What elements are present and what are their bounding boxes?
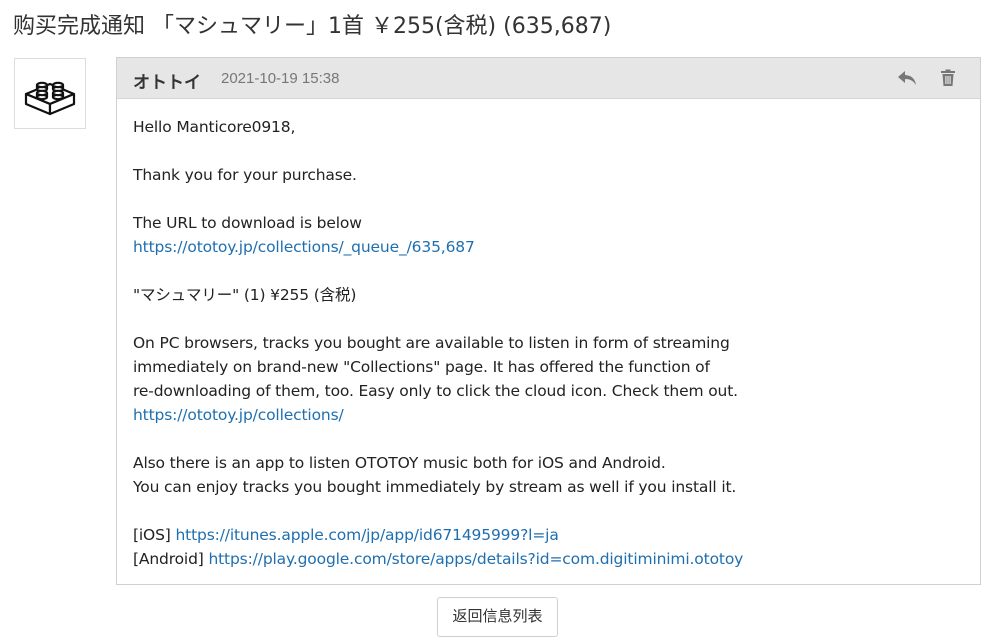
avatar [14,58,86,129]
ios-label: [iOS] [133,526,171,544]
download-intro-text: The URL to download is below [133,214,362,232]
collections-text-line-1: On PC browsers, tracks you bought are av… [133,334,730,352]
sender-name: オトトイ [133,73,201,93]
item-line-text: "マシュマリー" (1) ¥255 (含税) [133,286,357,304]
app-text-line-1: Also there is an app to listen OTOTOY mu… [133,454,666,472]
app-text-line-2: You can enjoy tracks you bought immediat… [133,478,737,496]
android-link[interactable]: https://play.google.com/store/apps/detai… [208,550,743,568]
message-body: Hello Manticore0918, Thank you for your … [133,115,964,571]
ios-link[interactable]: https://itunes.apple.com/jp/app/id671495… [175,526,558,544]
message-card: オトトイ 2021-10-19 15:38 Hello Manticore091… [116,57,981,585]
download-link[interactable]: https://ototoy.jp/collections/_queue_/63… [133,238,475,256]
greeting-text: Hello Manticore0918, [133,118,296,136]
collections-text-line-2: immediately on brand-new "Collections" p… [133,358,710,376]
page-title: 购买完成通知 「マシュマリー」1首 ￥255(含税) (635,687) [13,14,612,39]
message-header: オトトイ 2021-10-19 15:38 [117,58,980,99]
thanks-text: Thank you for your purchase. [133,166,357,184]
reply-icon[interactable] [896,67,918,89]
trash-icon[interactable] [937,67,959,89]
lego-brick-icon [24,81,76,115]
android-label: [Android] [133,550,204,568]
collections-text-line-3: re-downloading of them, too. Easy only t… [133,382,738,400]
collections-link[interactable]: https://ototoy.jp/collections/ [133,406,344,424]
message-date: 2021-10-19 15:38 [221,70,340,87]
back-to-list-button[interactable]: 返回信息列表 [437,597,558,637]
